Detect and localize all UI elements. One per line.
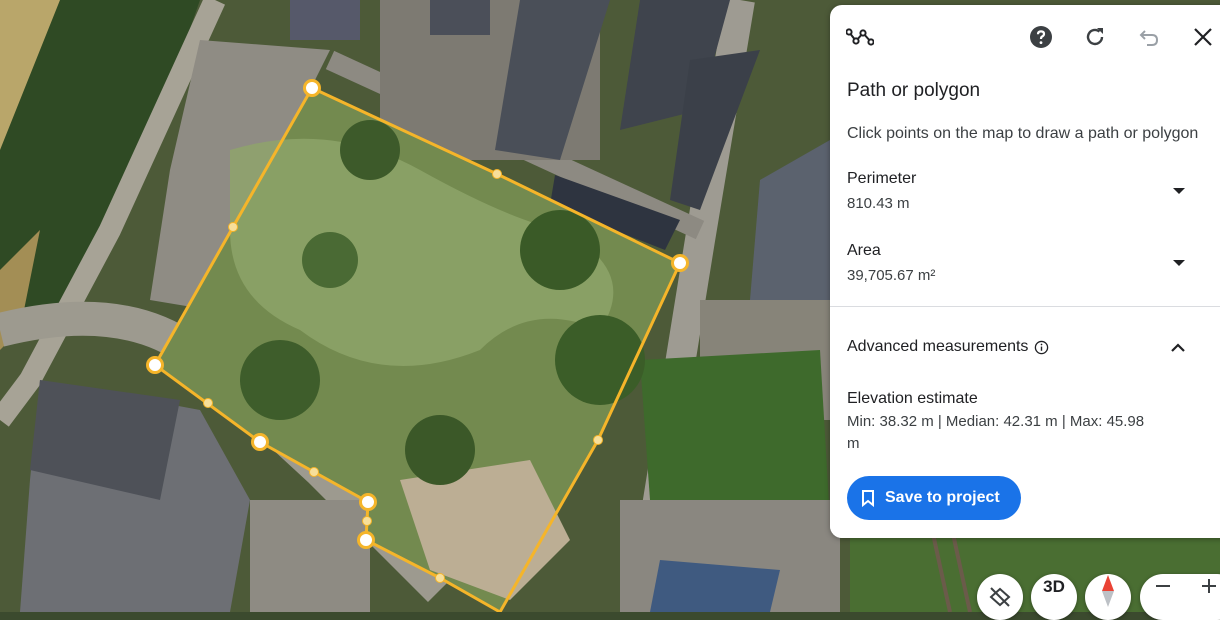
path-tool-icon	[846, 28, 874, 46]
3d-toggle-button[interactable]: 3D	[1031, 574, 1077, 620]
area-value: 39,705.67 m²	[847, 267, 936, 284]
3d-label: 3D	[1043, 577, 1065, 596]
help-icon	[1030, 26, 1052, 48]
measurement-panel: Path or polygon Click points on the map …	[830, 5, 1220, 538]
save-to-project-button[interactable]: Save to project	[847, 476, 1021, 520]
area-label: Area	[847, 242, 881, 259]
midpoint-handle[interactable]	[593, 435, 603, 445]
instruction-text: Click points on the map to draw a path o…	[847, 125, 1199, 142]
tree-cluster	[240, 340, 320, 420]
tree-cluster	[555, 315, 645, 405]
parking-lot	[250, 500, 370, 612]
building-roof	[430, 0, 490, 35]
save-label: Save to project	[885, 489, 1000, 506]
no-tilt-icon	[989, 587, 1011, 607]
midpoint-handle[interactable]	[228, 222, 238, 232]
undo-icon	[1139, 30, 1159, 46]
area-row[interactable]: Area 39,705.67 m²	[847, 242, 1215, 287]
undo-icon[interactable]	[1133, 21, 1165, 53]
midpoint-handle[interactable]	[203, 398, 213, 408]
panel-toolbar	[830, 21, 1220, 53]
collapse-chevron-icon[interactable]	[1169, 339, 1187, 357]
help-icon[interactable]	[1025, 21, 1057, 53]
vertex-handle[interactable]	[303, 79, 321, 97]
midpoint-handle[interactable]	[362, 516, 372, 526]
zoom-controls	[1140, 574, 1220, 620]
bookmark-icon	[862, 490, 874, 507]
building-roof	[290, 0, 360, 40]
vertex-handle[interactable]	[146, 356, 164, 374]
perimeter-label: Perimeter	[847, 170, 917, 187]
tilt-toggle-button[interactable]	[977, 574, 1023, 620]
zoom-in-button[interactable]	[1186, 574, 1220, 620]
tree-cluster	[405, 415, 475, 485]
midpoint-handle[interactable]	[492, 169, 502, 179]
refresh-icon[interactable]	[1079, 21, 1111, 53]
expand-caret-icon[interactable]	[1173, 260, 1185, 266]
compass-icon	[1102, 575, 1114, 607]
midpoint-handle[interactable]	[309, 467, 319, 477]
vertex-handle[interactable]	[359, 493, 377, 511]
vertex-handle[interactable]	[251, 433, 269, 451]
panel-title: Path or polygon	[847, 80, 981, 101]
tree-cluster	[340, 120, 400, 180]
expand-caret-icon[interactable]	[1173, 188, 1185, 194]
tree-cluster	[302, 232, 358, 288]
elevation-value: Min: 38.32 m | Median: 42.31 m | Max: 45…	[847, 413, 1145, 452]
elevation-row[interactable]: Elevation estimate Min: 38.32 m | Median…	[847, 390, 1145, 455]
tree-cluster	[640, 350, 830, 520]
advanced-measurements-label: Advanced measurements	[847, 338, 1029, 355]
path-tool-icon[interactable]	[844, 21, 876, 53]
tree-cluster	[520, 210, 600, 290]
refresh-icon	[1086, 28, 1104, 46]
panel-footer: Save to project	[830, 457, 1220, 538]
compass-button[interactable]	[1085, 574, 1131, 620]
minus-icon	[1156, 585, 1170, 587]
elevation-label: Elevation estimate	[847, 390, 978, 407]
zoom-out-button[interactable]	[1140, 574, 1186, 620]
midpoint-handle[interactable]	[435, 573, 445, 583]
plus-icon	[1202, 579, 1216, 593]
perimeter-value: 810.43 m	[847, 195, 910, 212]
perimeter-row[interactable]: Perimeter 810.43 m	[847, 170, 1215, 215]
close-icon[interactable]	[1187, 21, 1219, 53]
advanced-measurements-header[interactable]: Advanced measurements	[847, 338, 1049, 356]
section-divider	[830, 306, 1220, 307]
vertex-handle[interactable]	[357, 531, 375, 549]
vertex-handle[interactable]	[671, 254, 689, 272]
close-icon	[1194, 28, 1212, 46]
info-icon[interactable]	[1034, 340, 1049, 355]
